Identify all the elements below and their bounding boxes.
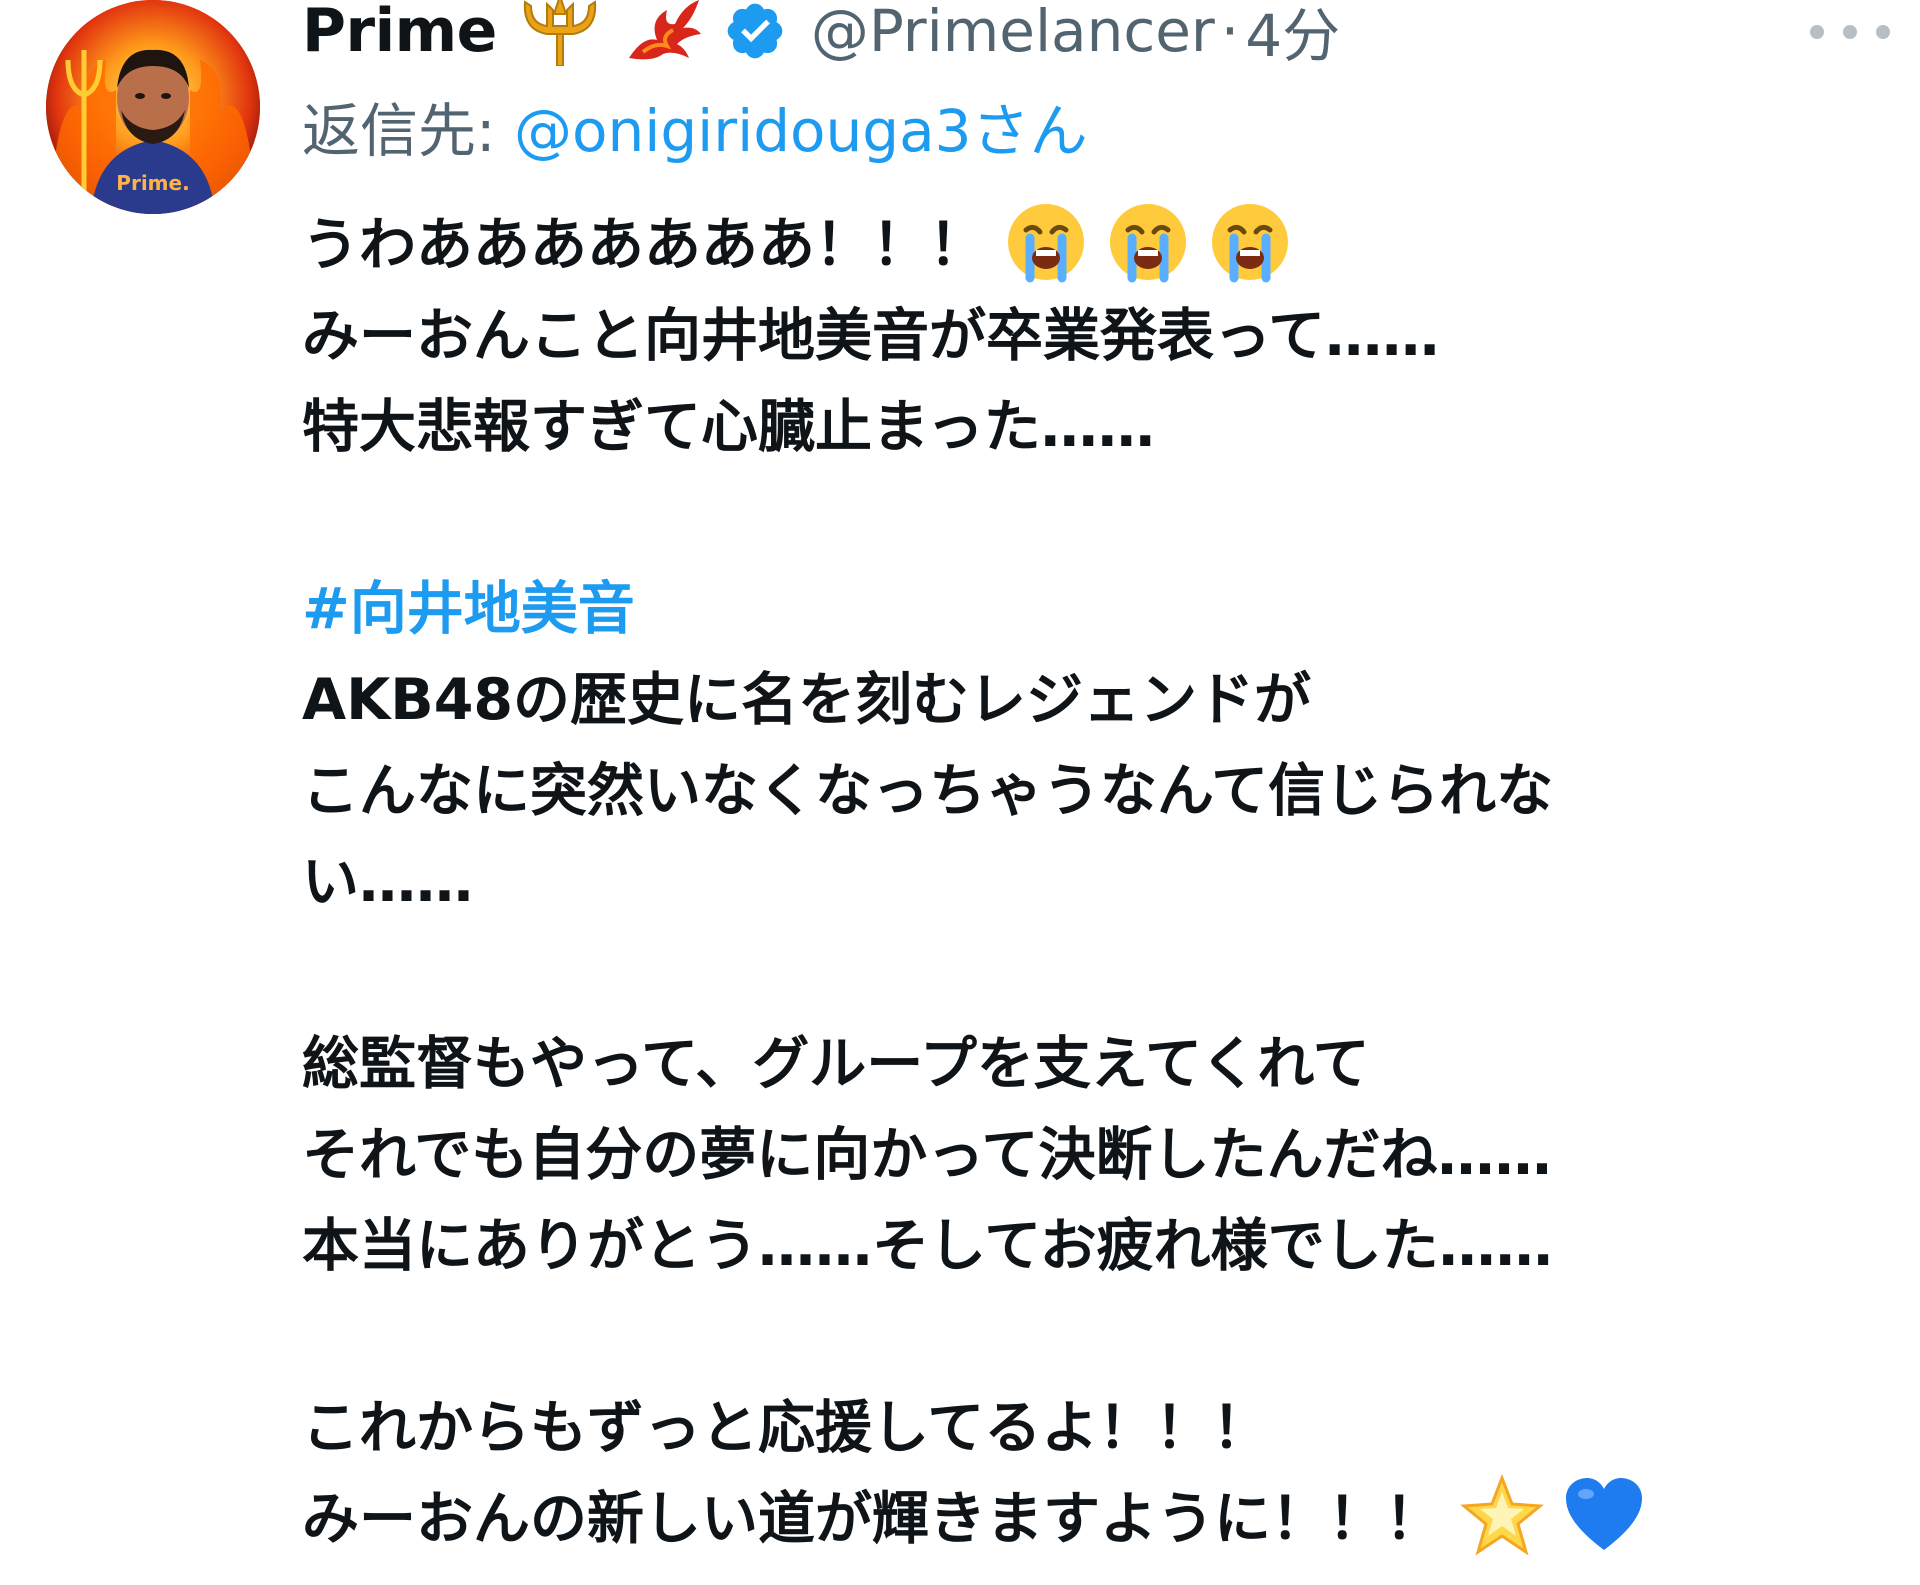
- avatar-image: Prime.: [46, 0, 260, 214]
- tweet-line: 特大悲報すぎて心臓止まった……: [302, 394, 1155, 460]
- tweet-line: こんなに突然いなくなっちゃうなんて信じられな: [302, 758, 1554, 824]
- reply-to-handle: @onigiridouga3: [513, 97, 972, 165]
- tweet-line: い……: [302, 849, 473, 915]
- loudly-crying-face-icon: [1106, 200, 1190, 284]
- tweet-line: みーおんこと向井地美音が卒業発表って……: [302, 303, 1440, 369]
- trident-icon: [517, 0, 603, 66]
- tweet-line: うわあああああああ！！！: [302, 200, 1882, 291]
- tweet-line-text: みーおんの新しい道が輝きますように！！！: [302, 1486, 1442, 1552]
- verified-badge-icon[interactable]: [723, 0, 787, 63]
- user-handle[interactable]: @Primelancer: [811, 0, 1215, 65]
- more-dot-icon: [1843, 25, 1857, 39]
- tweet-line: AKB48の歴史に名を刻むレジェンドが: [302, 667, 1312, 733]
- loudly-crying-face-icon: [1208, 200, 1292, 284]
- more-options-button[interactable]: [1810, 12, 1890, 52]
- tweet-line: 総監督もやって、グループを支えてくれて: [302, 1031, 1370, 1097]
- tweet-line: これからもずっと応援してるよ！！！: [302, 1395, 1270, 1461]
- svg-text:Prime.: Prime.: [116, 171, 189, 195]
- tweet-body: うわあああああああ！！！ みーおんこと向井地美音が卒業発表って…… 特大悲報すぎ…: [302, 200, 1882, 1565]
- display-name[interactable]: Prime: [302, 0, 497, 66]
- glowing-star-icon: [1460, 1474, 1544, 1558]
- tweet-line: みーおんの新しい道が輝きますように！！！: [302, 1474, 1882, 1565]
- phoenix-icon: [623, 0, 703, 66]
- more-dot-icon: [1810, 25, 1824, 39]
- reply-to: 返信先: @onigiridouga3さん: [302, 84, 1088, 168]
- reply-to-suffix: さん: [971, 97, 1088, 165]
- reply-to-prefix: 返信先:: [302, 97, 514, 165]
- avatar[interactable]: Prime.: [46, 0, 260, 214]
- tweet-line-text: うわあああああああ！！！: [302, 212, 986, 278]
- separator-dot: ·: [1220, 0, 1240, 65]
- tweet-line: それでも自分の夢に向かって決断したんだね……: [302, 1122, 1552, 1188]
- reply-to-handle-link[interactable]: @onigiridouga3さん: [514, 97, 1088, 165]
- timestamp[interactable]: 4分: [1245, 0, 1340, 73]
- tweet-line: 本当にありがとう……そしてお疲れ様でした……: [302, 1213, 1553, 1279]
- hashtag-link[interactable]: #向井地美音: [302, 564, 1882, 655]
- more-dot-icon: [1876, 25, 1890, 39]
- blue-heart-icon: [1562, 1474, 1646, 1558]
- loudly-crying-face-icon: [1004, 200, 1088, 284]
- tweet-header: Prime @Primelancer · 4分: [302, 0, 1340, 76]
- tweet[interactable]: Prime. Prime @Primelancer · 4分 返信先: @oni…: [0, 0, 1920, 1585]
